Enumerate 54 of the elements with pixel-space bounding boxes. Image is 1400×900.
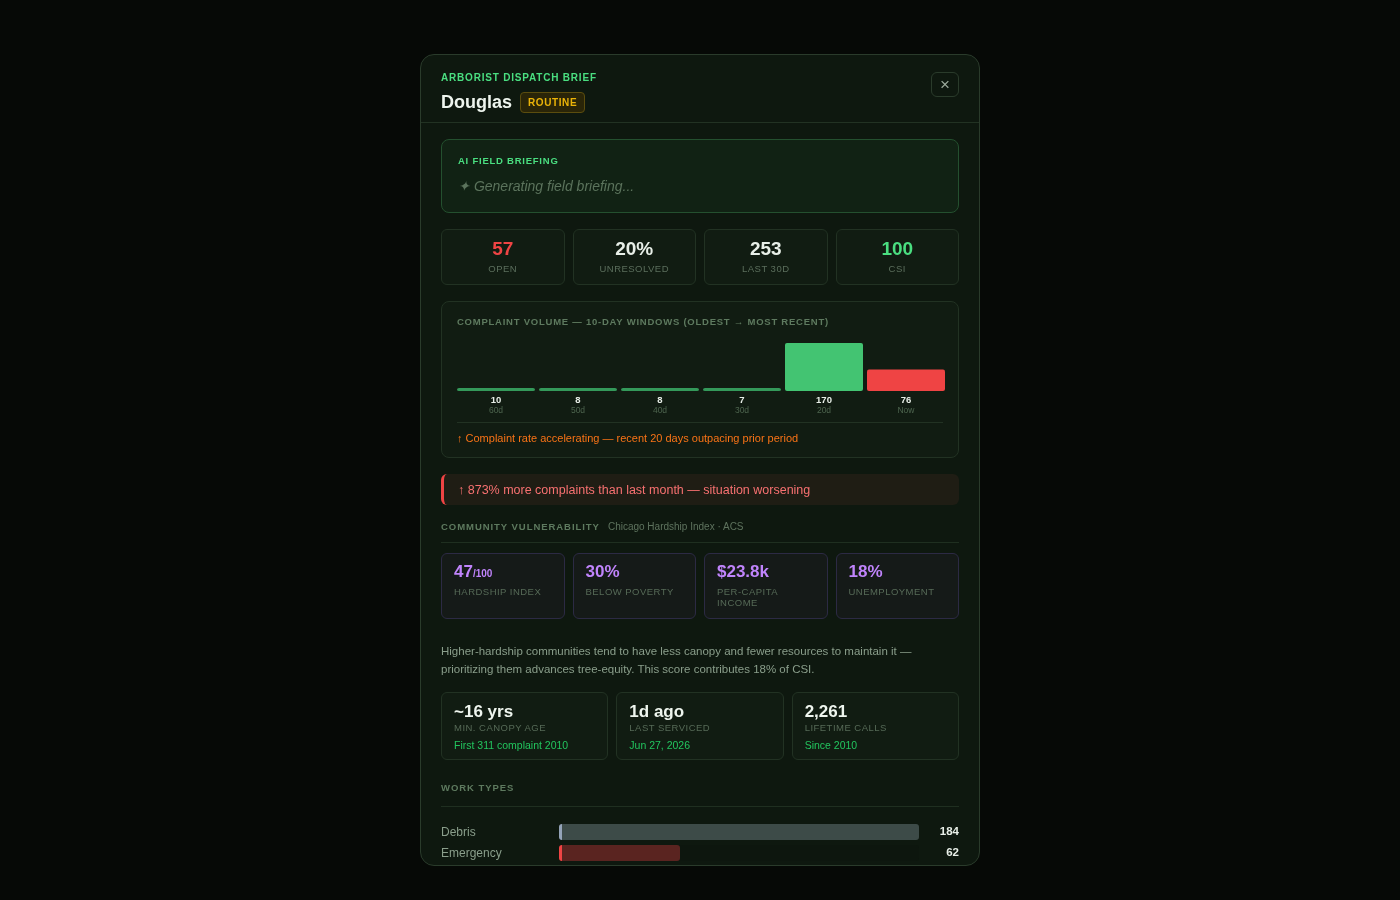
- metric-label: PER-CAPITA INCOME: [717, 585, 779, 609]
- dialog-eyebrow: ARBORIST DISPATCH BRIEF: [441, 71, 597, 85]
- bar-category: 50d: [569, 404, 587, 415]
- bar-category: 40d: [651, 404, 669, 415]
- work-type-count: 184: [938, 824, 959, 840]
- bar-value: 7: [738, 395, 746, 405]
- stat-label: UNRESOLVED: [598, 261, 670, 276]
- history-label: LIFETIME CALLS: [804, 722, 888, 734]
- priority-badge: ROUTINE: [520, 92, 586, 113]
- history-value: ~16 yrs: [454, 701, 515, 723]
- explanation-text: Higher-hardship communities tend to have less canopy and fewer resources to maintain it — prioritizing them advances tree-equity. This score contributes 18% of CSI.: [441, 644, 913, 677]
- close-button[interactable]: ×: [931, 72, 959, 97]
- history-label: LAST SERVICED: [629, 722, 712, 734]
- stat-label: CSI: [887, 261, 907, 276]
- bar-value: 8: [656, 395, 664, 405]
- history-label: MIN. CANOPY AGE: [454, 722, 547, 734]
- history-value: 1d ago: [629, 701, 686, 723]
- metric-value: 30%: [585, 563, 621, 582]
- metric-label: UNEMPLOYMENT: [848, 585, 936, 598]
- briefing-heading: AI FIELD BRIEFING: [458, 154, 560, 168]
- section-heading: COMMUNITY VULNERABILITY: [441, 520, 600, 534]
- stat-value: 57: [491, 239, 515, 260]
- history-detail: First 311 complaint 2010: [454, 737, 570, 753]
- stat-label: OPEN: [487, 261, 519, 276]
- section-source: Chicago Hardship Index · ACS: [607, 520, 744, 534]
- bar-category: 60d: [487, 404, 505, 415]
- section-heading: WORK TYPES: [441, 781, 515, 793]
- work-type-count: 62: [945, 845, 959, 861]
- stat-value: 253: [748, 239, 783, 260]
- bar-category: 30d: [733, 404, 751, 415]
- stat-label: LAST 30D: [741, 261, 791, 276]
- metric-label: HARDSHIP INDEX: [454, 585, 543, 598]
- trend-note: ↑ Complaint rate accelerating — recent 20 days outpacing prior period: [457, 421, 943, 447]
- metric-value: 47/100: [454, 563, 494, 582]
- history-detail: Jun 27, 2026: [629, 737, 692, 753]
- stat-value: 100: [880, 239, 915, 260]
- work-type-name: Emergency: [441, 844, 503, 862]
- chart-title: COMPLAINT VOLUME — 10-DAY WINDOWS (OLDEST → MOST RECENT): [457, 315, 830, 329]
- bar-value: 170: [815, 395, 833, 405]
- briefing-status: ✦ Generating field briefing...: [458, 177, 636, 197]
- bar-category: Now: [896, 404, 916, 415]
- history-detail: Since 2010: [804, 737, 859, 753]
- bar-value: 8: [574, 395, 582, 405]
- metric-label: BELOW POVERTY: [585, 585, 675, 598]
- metric-value: 18%: [848, 563, 884, 582]
- history-value: 2,261: [804, 701, 849, 723]
- bar-category: 20d: [815, 404, 833, 415]
- work-type-name: Debris: [441, 823, 477, 841]
- bar-value: 76: [899, 395, 913, 405]
- metric-value: $23.8k: [717, 563, 770, 582]
- alert-banner: ↑ 873% more complaints than last month — situation worsening: [441, 474, 959, 505]
- stat-value: 20%: [614, 239, 655, 260]
- bar-value: 10: [489, 395, 503, 405]
- dialog-title: Douglas: [441, 91, 512, 114]
